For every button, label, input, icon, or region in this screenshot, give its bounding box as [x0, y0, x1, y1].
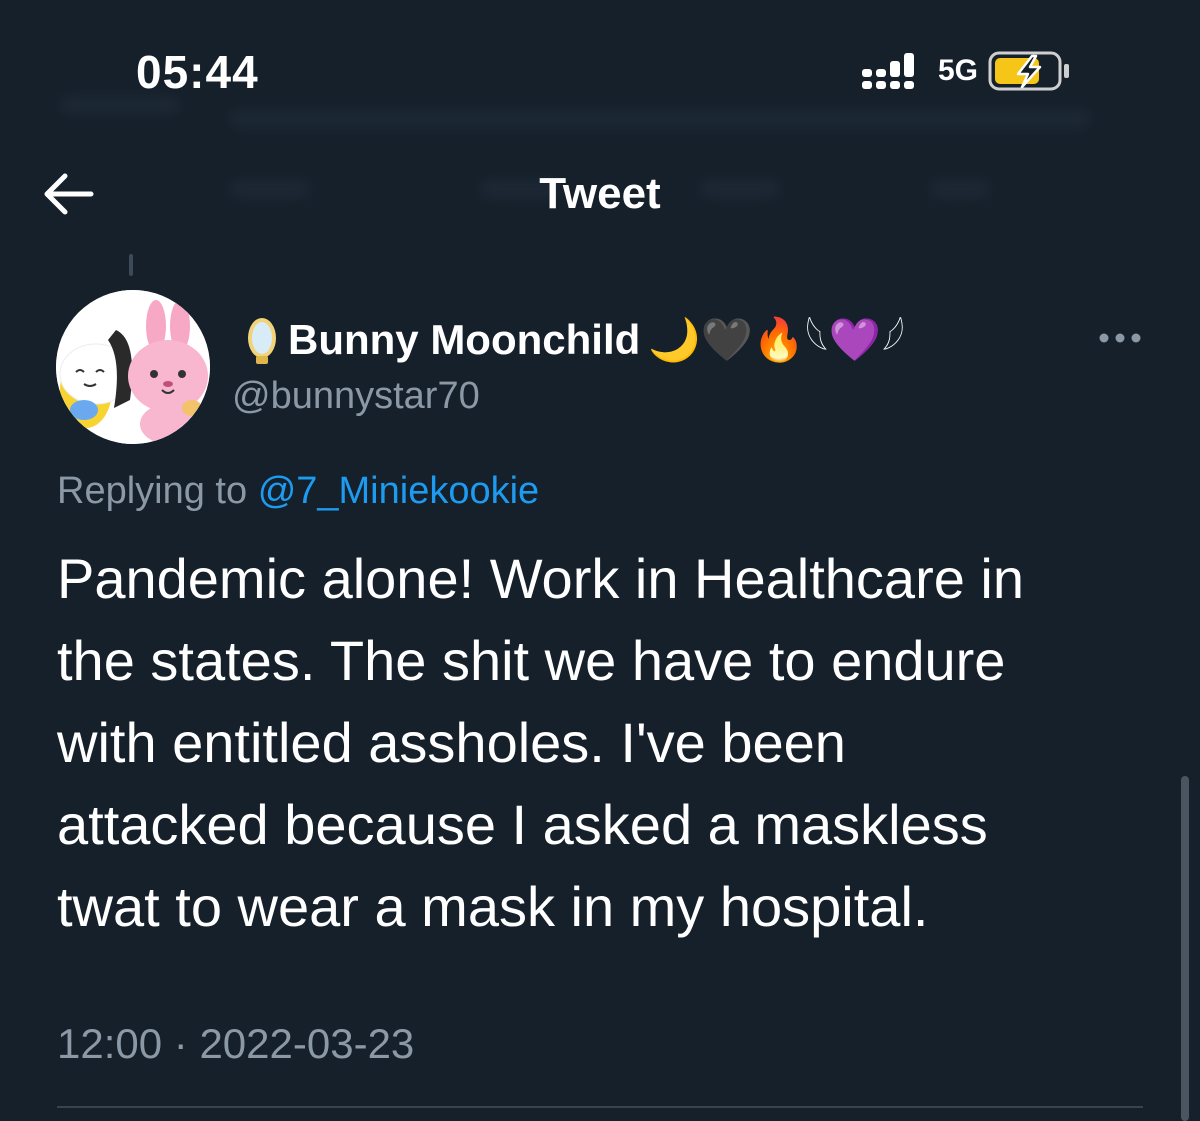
page-title: Tweet — [539, 169, 661, 218]
tweet-text: Pandemic alone! Work in Healthcare in th… — [57, 538, 1157, 948]
meta-separator: · — [173, 1020, 188, 1067]
more-horizontal-icon — [1099, 333, 1141, 343]
mirror-icon — [248, 318, 276, 364]
replying-prefix: Replying to — [57, 470, 248, 512]
status-time: 05:44 — [136, 46, 259, 98]
tweet-text-line: with entitled assholes. I've been — [57, 711, 846, 774]
divider — [57, 1106, 1143, 1108]
author-handle[interactable]: @bunnystar70 — [232, 372, 480, 420]
battery-charging-icon — [988, 51, 1070, 91]
status-indicators: 5G — [862, 48, 1072, 94]
author-row: Bunny Moonchild 🌙🖤🔥𓆩💜𓆪 — [244, 312, 905, 368]
tweet-text-line: Pandemic alone! Work in Healthcare in — [57, 547, 1025, 610]
network-type: 5G — [938, 54, 979, 87]
more-options-button[interactable] — [1092, 320, 1148, 356]
thread-connector — [129, 254, 133, 276]
signal-bars-icon — [862, 53, 914, 89]
tweet-time: 12:00 — [57, 1020, 163, 1067]
tweet-timestamp[interactable]: 12:00 · 2022-03-23 — [57, 1018, 414, 1070]
avatar[interactable] — [56, 290, 210, 444]
tweet-text-line: attacked because I asked a maskless — [57, 793, 988, 856]
mention-link[interactable]: @7_Miniekookie — [258, 470, 540, 512]
name-emojis: 🌙🖤🔥𓆩💜𓆪 — [648, 315, 905, 364]
bt21-chimmy-cooky-avatar — [56, 290, 210, 444]
tweet-date: 2022-03-23 — [199, 1020, 415, 1067]
display-name[interactable]: Bunny Moonchild — [288, 312, 640, 368]
tweet-text-line: twat to wear a mask in my hospital. — [57, 875, 929, 938]
replying-to: Replying to @7_Miniekookie — [57, 466, 539, 516]
tweet-text-line: the states. The shit we have to endure — [57, 629, 1006, 692]
scrollbar[interactable] — [1181, 776, 1189, 1121]
